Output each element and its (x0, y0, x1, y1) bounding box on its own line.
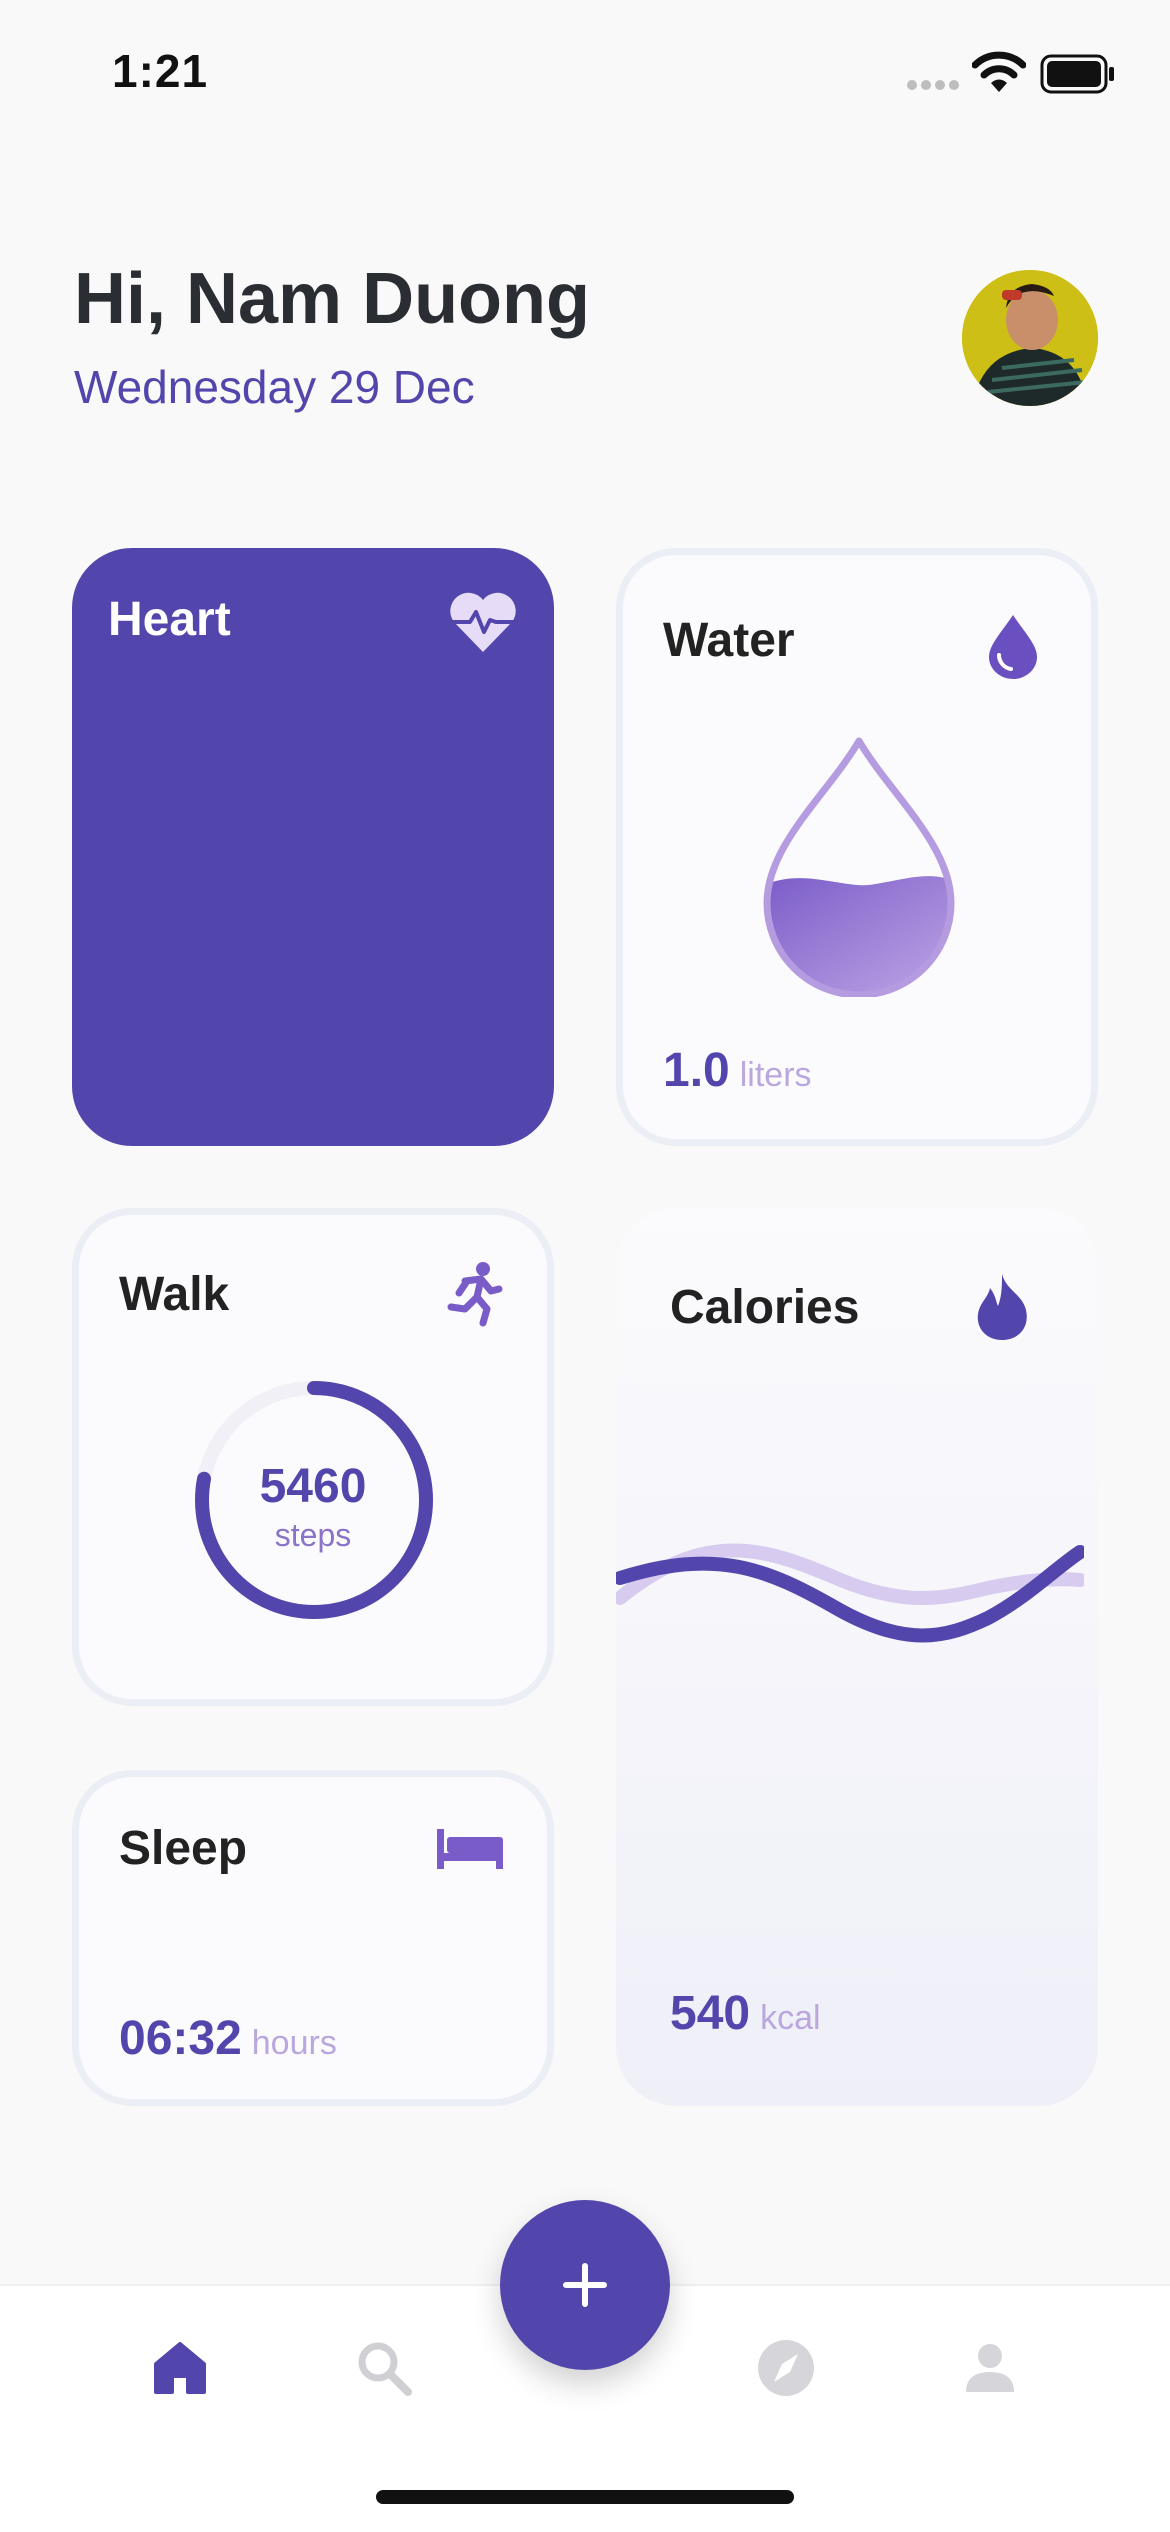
water-amount: 1.0 (663, 1044, 730, 1097)
calories-unit: kcal (760, 1999, 821, 2037)
running-icon (447, 1262, 503, 1327)
sleep-card[interactable]: Sleep 06:32 hours (72, 1770, 554, 2106)
battery-icon (1040, 54, 1114, 94)
calories-card[interactable]: Calories 540 kcal (616, 1208, 1098, 2106)
person-icon (966, 2344, 1014, 2392)
sleep-card-title: Sleep (119, 1822, 248, 1875)
steps-count: 5460 (259, 1460, 367, 1513)
calories-amount: 540 (670, 1987, 751, 2040)
walk-card-title: Walk (119, 1268, 230, 1321)
heart-pulse-icon (450, 592, 516, 652)
steps-unit: steps (274, 1517, 352, 1553)
status-bar: 1:21 (0, 0, 1170, 140)
add-button[interactable] (500, 2200, 670, 2370)
heart-card-title: Heart (108, 593, 231, 646)
water-unit: liters (739, 1056, 812, 1094)
sleep-value: 06:32 hours (119, 2011, 337, 2066)
water-card-title: Water (663, 614, 795, 667)
nav-search[interactable] (344, 2328, 424, 2408)
water-value: 1.0 liters (663, 1043, 812, 1098)
calories-value: 540 kcal (670, 1986, 821, 2041)
water-fill (767, 876, 951, 995)
water-card[interactable]: Water 1.0 liters (616, 548, 1098, 1146)
date-label: Wednesday 29 Dec (74, 361, 475, 413)
plus-icon (563, 2263, 607, 2307)
nav-explore[interactable] (746, 2328, 826, 2408)
wifi-icon (972, 51, 1026, 92)
nav-home[interactable] (140, 2328, 220, 2408)
heart-card[interactable]: Heart (72, 548, 554, 1146)
search-icon (358, 2342, 412, 2396)
water-level-drop (763, 737, 955, 997)
sleep-unit: hours (251, 2024, 337, 2062)
home-indicator (376, 2490, 794, 2504)
nav-profile[interactable] (950, 2328, 1030, 2408)
home-icon (154, 2342, 206, 2394)
greeting-title: Hi, Nam Duong (74, 259, 590, 339)
bed-icon (437, 1829, 503, 1869)
water-drop-icon (989, 615, 1037, 679)
walk-card[interactable]: Walk 5460 steps (72, 1208, 554, 1706)
cellular-signal-icon (907, 80, 959, 90)
sleep-duration: 06:32 (119, 2012, 242, 2065)
fire-icon (977, 1274, 1027, 1340)
compass-icon (758, 2340, 814, 2396)
calories-wave-graph (616, 1543, 1084, 1643)
calories-card-title: Calories (670, 1281, 860, 1334)
avatar[interactable] (962, 270, 1098, 406)
avatar-portrait (962, 270, 1098, 406)
status-time: 1:21 (112, 45, 209, 97)
